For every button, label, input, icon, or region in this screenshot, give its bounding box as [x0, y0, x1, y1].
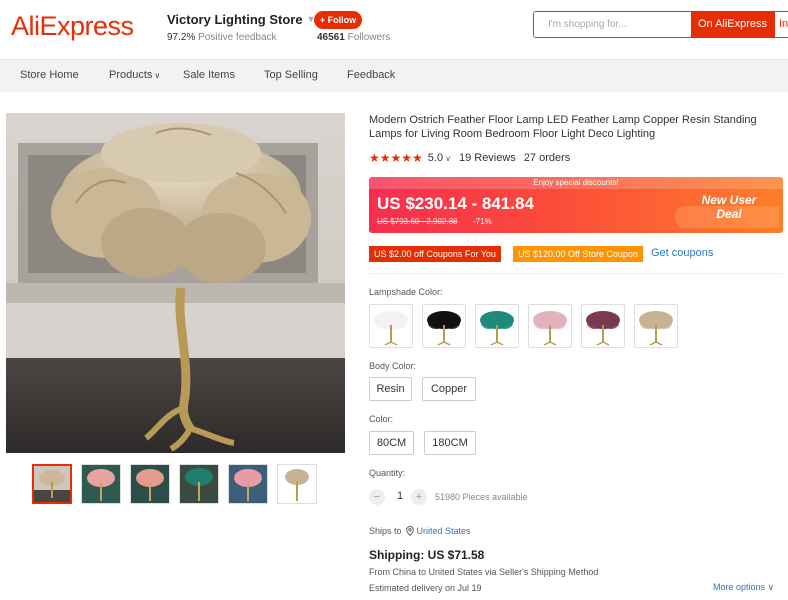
- aliexpress-logo[interactable]: AliExpress: [11, 11, 134, 42]
- current-price: US $230.14 - 841.84: [377, 194, 534, 213]
- chevron-down-icon[interactable]: ∨: [154, 71, 160, 80]
- lampshade-swatch-6[interactable]: [634, 304, 678, 348]
- lamp-swatch-image: [476, 305, 518, 347]
- lampshade-color-label: Lampshade Color:: [369, 287, 443, 297]
- quantity-label: Quantity:: [369, 468, 406, 478]
- coupon-badge-2off[interactable]: US $2.00 off Coupons For You: [369, 246, 501, 262]
- chevron-down-icon[interactable]: ∨: [445, 154, 451, 163]
- store-feedback: 97.2% Positive feedback: [167, 32, 277, 43]
- lampshade-swatch-4[interactable]: [528, 304, 572, 348]
- product-title: Modern Ostrich Feather Floor Lamp LED Fe…: [369, 114, 757, 140]
- search-on-aliexpress-button[interactable]: On AliExpress: [691, 12, 774, 37]
- ships-to-label: Ships to: [369, 526, 402, 536]
- thumbnail-image: [278, 465, 316, 503]
- shipping-cost: Shipping: US $71.58: [369, 548, 485, 562]
- feedback-label: Positive feedback: [198, 32, 277, 43]
- thumbnail-6[interactable]: [277, 464, 317, 504]
- lampshade-swatch-1[interactable]: [369, 304, 413, 348]
- nav-store-home[interactable]: Store Home: [20, 69, 79, 81]
- followers-label: Followers: [347, 32, 391, 43]
- followers: 46561 Followers: [317, 32, 390, 43]
- lamp-swatch-image: [582, 305, 624, 347]
- body-color-label: Body Color:: [369, 361, 417, 371]
- thumbnail-5[interactable]: [228, 464, 268, 504]
- nav-top-selling[interactable]: Top Selling: [264, 69, 318, 81]
- lamp-swatch-image: [423, 305, 465, 347]
- orders-count: 27 orders: [523, 152, 571, 164]
- feather-lamp-image: [6, 113, 345, 453]
- discount-percent: -71%: [473, 217, 492, 226]
- lamp-swatch-image: [529, 305, 571, 347]
- star-rating-icon: ★★★★★: [369, 151, 423, 165]
- header: AliExpress Victory Lighting Store ▼ 97.2%…: [0, 0, 788, 58]
- thumbnail-4[interactable]: [179, 464, 219, 504]
- lamp-swatch-image: [635, 305, 677, 347]
- feedback-percent: 97.2%: [167, 32, 196, 43]
- quantity-value[interactable]: 1: [393, 490, 407, 502]
- color-label: Color:: [369, 414, 394, 424]
- get-coupons-link[interactable]: Get coupons: [651, 247, 713, 259]
- store-name-text[interactable]: Victory Lighting Store: [167, 12, 303, 27]
- lamp-swatch-image: [370, 305, 412, 347]
- store-nav: Store Home Products ∨ Sale Items Top Sell…: [0, 59, 788, 92]
- followers-count: 46561: [317, 32, 345, 43]
- search-input[interactable]: [534, 12, 691, 37]
- thumbnail-1[interactable]: [32, 464, 72, 504]
- thumbnail-image: [180, 465, 218, 503]
- search-box: On AliExpress In: [533, 11, 788, 38]
- size-option-80cm[interactable]: 80CM: [369, 431, 414, 455]
- lampshade-swatch-5[interactable]: [581, 304, 625, 348]
- new-user-deal-line2: Deal: [716, 207, 742, 221]
- more-options-link[interactable]: More options ∨: [713, 582, 774, 593]
- quantity-plus-button[interactable]: +: [411, 489, 427, 505]
- body-option-copper[interactable]: Copper: [422, 377, 476, 401]
- location-pin-icon: [405, 526, 414, 536]
- nav-products[interactable]: Products ∨: [109, 69, 160, 81]
- thumbnail-2[interactable]: [81, 464, 121, 504]
- follow-button[interactable]: + Follow: [314, 11, 362, 29]
- ships-to-country[interactable]: United States: [417, 526, 471, 536]
- size-option-180cm[interactable]: 180CM: [424, 431, 476, 455]
- original-price: US $793.60 - 2,902.88: [377, 217, 458, 226]
- coupon-badge-120off[interactable]: US $120.00 Off Store Coupon: [513, 246, 643, 262]
- store-name[interactable]: Victory Lighting Store ▼: [167, 12, 315, 27]
- estimated-delivery: Estimated delivery on Jul 19: [369, 583, 482, 593]
- lampshade-swatch-3[interactable]: [475, 304, 519, 348]
- thumbnail-3[interactable]: [130, 464, 170, 504]
- thumbnail-image: [229, 465, 267, 503]
- discount-banner: Enjoy special discounts!: [369, 177, 783, 189]
- nav-products-label[interactable]: Products: [109, 69, 152, 81]
- thumbnail-image: [34, 466, 70, 502]
- search-in-store-button[interactable]: In: [774, 12, 788, 37]
- reviews-link[interactable]: 19 Reviews: [459, 152, 516, 164]
- thumbnail-image: [82, 465, 120, 503]
- rating-row: ★★★★★ 5.0 ∨ 19 Reviews 27 orders: [369, 151, 570, 165]
- quantity-minus-button[interactable]: −: [369, 489, 385, 505]
- ships-to: Ships to United States: [369, 526, 471, 536]
- thumbnail-image: [131, 465, 169, 503]
- ship-from: From China to United States via Seller's…: [369, 567, 599, 577]
- nav-feedback[interactable]: Feedback: [347, 69, 395, 81]
- nav-sale-items[interactable]: Sale Items: [183, 69, 235, 81]
- lampshade-swatch-2[interactable]: [422, 304, 466, 348]
- new-user-deal-line1: New User: [701, 193, 757, 207]
- rating-value[interactable]: 5.0: [428, 152, 443, 164]
- body-option-resin[interactable]: Resin: [369, 377, 412, 401]
- chevron-down-icon[interactable]: ∨: [768, 582, 775, 592]
- more-options-label[interactable]: More options: [713, 582, 765, 592]
- price-box: Enjoy special discounts! US $230.14 - 84…: [369, 177, 783, 233]
- main-product-image[interactable]: [6, 113, 345, 453]
- new-user-deal-badge[interactable]: New User Deal: [679, 193, 779, 229]
- pieces-available: 51980 Pieces available: [435, 492, 528, 502]
- divider: [369, 273, 783, 274]
